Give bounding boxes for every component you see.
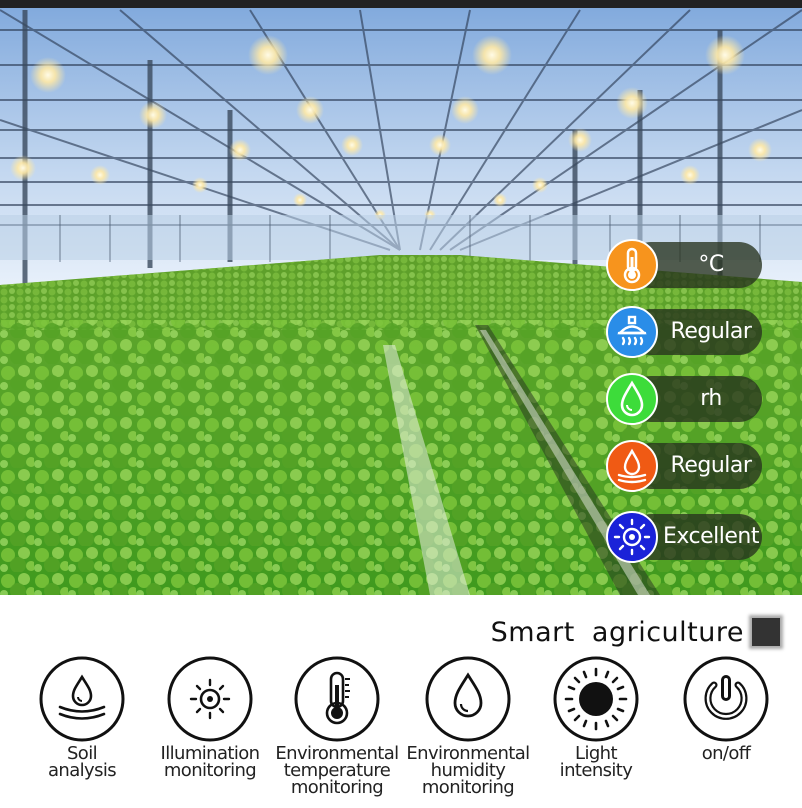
sun-outline-icon [166, 655, 254, 743]
status-label: Regular [670, 453, 752, 478]
brand-title: Smart agriculture [490, 616, 744, 648]
feature-humidity-monitoring[interactable]: Environmental humidity monitoring [404, 655, 532, 805]
status-row-humidity: rh [606, 373, 762, 425]
water-drop-icon [606, 373, 658, 425]
status-row-sprinkler: Regular [606, 306, 762, 358]
greenhouse-photo: °C Regular rh Regular Excellent [0, 0, 802, 595]
feature-illumination-monitoring[interactable]: Illumination monitoring [146, 655, 274, 805]
feature-label: Environmental temperature monitoring [275, 743, 399, 798]
feature-on-off[interactable]: on/off [662, 655, 790, 805]
drop-outline-icon [424, 655, 512, 743]
light-sun-icon [552, 655, 640, 743]
brand-logo [752, 618, 780, 646]
thermometer-icon [606, 239, 658, 291]
brand-header: Smart agriculture [491, 614, 780, 650]
status-row-soil-moisture: Regular [606, 440, 762, 492]
status-row-light: Excellent [606, 511, 762, 563]
feature-soil-analysis[interactable]: Soil analysis [18, 655, 146, 805]
soil-moisture-icon [606, 440, 658, 492]
greenhouse-scene [0, 0, 802, 595]
feature-light-intensity[interactable]: Light intensity [532, 655, 660, 805]
status-label: rh [700, 386, 722, 411]
thermometer-outline-icon [293, 655, 381, 743]
feature-temperature-monitoring[interactable]: Environmental temperature monitoring [273, 655, 401, 805]
status-label: Excellent [663, 524, 760, 549]
status-label: Regular [670, 319, 752, 344]
status-row-temperature: °C [606, 239, 762, 291]
power-icon [682, 655, 770, 743]
status-label: °C [698, 252, 724, 277]
sprinkler-icon [606, 306, 658, 358]
feature-label: on/off [701, 743, 751, 764]
soil-drop-icon [38, 655, 126, 743]
sun-icon [606, 511, 658, 563]
